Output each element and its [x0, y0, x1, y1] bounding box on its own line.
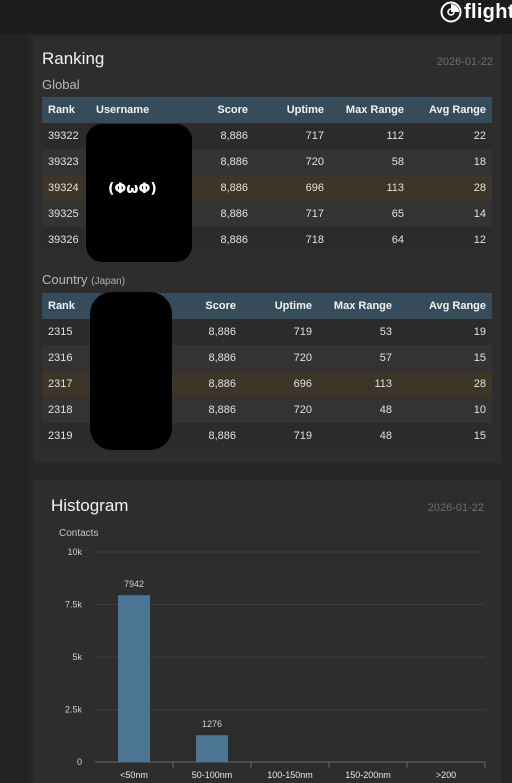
x-tick-label: >200	[436, 770, 456, 780]
histogram-chart: 0 2.5k 5k 7.5k 10k 7942 <50nm 1276 50-100nm 100-1…	[65, 547, 486, 780]
x-tick-label: 100-150nm	[267, 770, 313, 780]
x-tick-label: 50-100nm	[192, 770, 233, 780]
y-tick-label: 10k	[67, 547, 82, 557]
y-tick-label: 5k	[72, 652, 82, 662]
bar-data-label: 1276	[202, 719, 222, 729]
y-tick-label: 7.5k	[65, 600, 83, 610]
histogram-bar	[118, 595, 150, 762]
x-tick-label: 150-200nm	[345, 770, 391, 780]
histogram-bar	[196, 735, 228, 762]
x-tick-label: <50nm	[120, 770, 148, 780]
bar-data-label: 7942	[124, 579, 144, 589]
y-tick-label: 2.5k	[65, 705, 83, 715]
y-tick-label: 0	[77, 757, 82, 767]
